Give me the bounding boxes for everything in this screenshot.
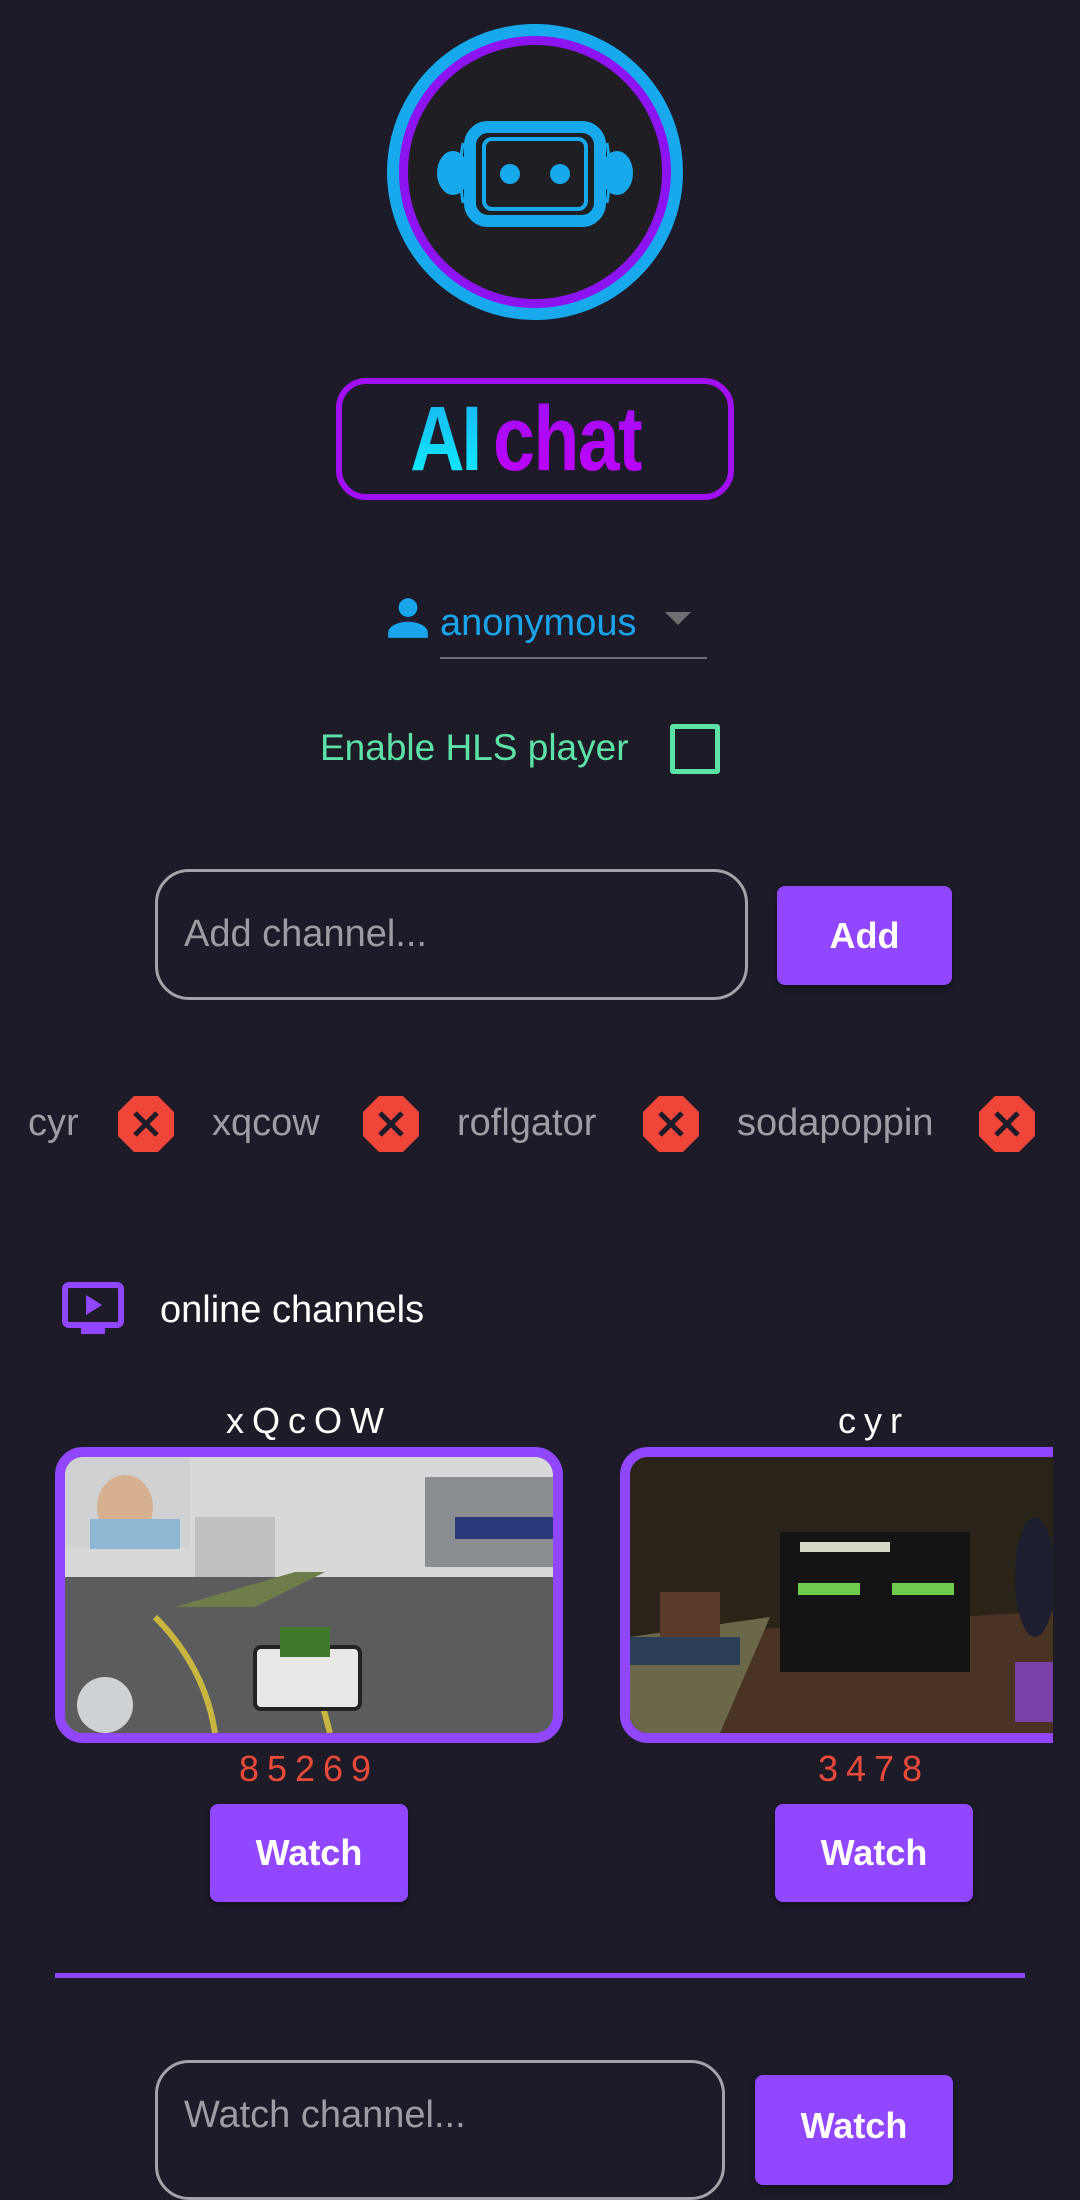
add-channel-input[interactable] [155, 869, 748, 1000]
brand-title-ai: AI [410, 388, 483, 490]
saved-channel-name[interactable]: sodapoppin [737, 1090, 934, 1156]
add-channel-button[interactable]: Add [777, 886, 952, 985]
stream-preview-image [65, 1457, 553, 1733]
remove-channel-icon[interactable] [643, 1096, 699, 1152]
tv-play-icon [62, 1282, 124, 1336]
stream-preview-image [630, 1457, 1053, 1733]
saved-channel-name[interactable]: xqcow [212, 1090, 320, 1156]
brand-title-chat: chat [493, 388, 643, 490]
watch-channel-input[interactable] [155, 2060, 725, 2200]
user-select-value: anonymous [440, 602, 637, 644]
brand-title: AI chat [336, 378, 734, 500]
viewer-count: 3478 [817, 1748, 931, 1789]
remove-channel-icon[interactable] [118, 1096, 174, 1152]
saved-channel-name[interactable]: cyr [28, 1090, 79, 1156]
channel-thumbnail[interactable] [55, 1447, 563, 1743]
saved-channel-name[interactable]: roflgator [457, 1090, 596, 1156]
remove-channel-icon[interactable] [363, 1096, 419, 1152]
robot-icon [437, 121, 633, 227]
hls-label: Enable HLS player [320, 727, 629, 768]
channel-card-title: xQcOW [226, 1400, 392, 1441]
section-divider [55, 1973, 1025, 1978]
hls-checkbox[interactable] [670, 724, 720, 774]
saved-channels: cyr xqcow roflgator sodapoppin [0, 1090, 1080, 1156]
remove-channel-icon[interactable] [979, 1096, 1035, 1152]
chevron-down-icon [665, 612, 691, 625]
watch-channel-button[interactable]: Watch [775, 1804, 973, 1902]
channel-card: cyr 3478 Watch [620, 1395, 1053, 1902]
channel-card: xQcOW 85269 Watch [55, 1395, 563, 1902]
viewer-count: 85269 [238, 1748, 380, 1789]
app-logo [387, 24, 683, 320]
online-channels-heading: online channels [160, 1289, 425, 1331]
watch-button[interactable]: Watch [755, 2075, 953, 2185]
online-channels-list[interactable]: xQcOW 85269 Watch cyr 3478 Watch [55, 1395, 1053, 1915]
person-icon [383, 592, 433, 642]
channel-card-title: cyr [838, 1400, 910, 1441]
user-select[interactable]: anonymous [440, 590, 707, 659]
channel-thumbnail[interactable] [620, 1447, 1053, 1743]
watch-channel-button[interactable]: Watch [210, 1804, 408, 1902]
